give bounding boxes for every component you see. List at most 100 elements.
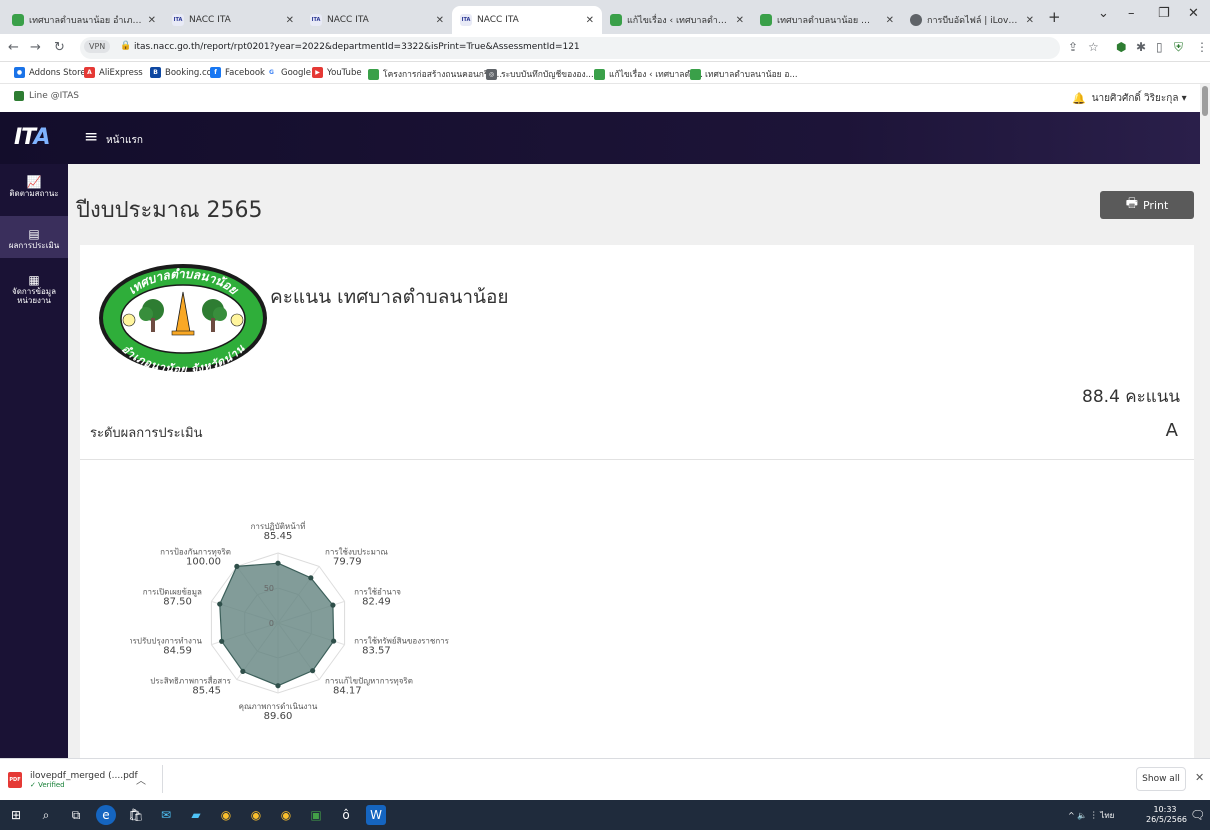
bookmark-label: โครงการก่อสร้างถนนคอนกรีต... — [383, 70, 503, 80]
sidebar-item-tracking[interactable]: 📈 ติดตามสถานะ — [0, 172, 68, 212]
close-tab-icon[interactable]: ✕ — [886, 15, 894, 26]
bookmark-item-8[interactable]: แก้ไขเรื่อง ‹ เทศบาลตำ... — [594, 67, 703, 81]
close-tab-icon[interactable]: ✕ — [1026, 15, 1034, 26]
bookmark-item-5[interactable]: ▶ YouTube — [312, 67, 362, 78]
bookmark-item-6[interactable]: โครงการก่อสร้างถนนคอนกรีต... — [368, 67, 502, 81]
radar-point-4 — [310, 668, 316, 674]
chevron-up-icon[interactable]: ︿ — [136, 772, 146, 787]
radar-tick-label: 0 — [269, 619, 274, 628]
page-scrollbar[interactable] — [1200, 84, 1210, 758]
file-explorer-icon[interactable]: ▰ — [186, 805, 206, 825]
bookmark-item-1[interactable]: A AliExpress — [84, 67, 143, 78]
nacc-icon: ITA — [172, 14, 184, 26]
bookmark-star-icon[interactable]: ☆ — [1088, 40, 1099, 54]
bookmark-item-9[interactable]: เทศบาลตำบลนาน้อย อ... — [690, 67, 798, 81]
reload-icon[interactable]: ↻ — [54, 40, 65, 55]
chrome-profile-icon[interactable]: ◉ — [246, 805, 266, 825]
clock-time: 10:33 — [1153, 805, 1177, 814]
sidebar-item-results[interactable]: ▤ ผลการประเมิน — [0, 216, 68, 258]
tab-search-icon[interactable]: ⌄ — [1098, 6, 1109, 21]
restore-icon[interactable]: ❐ — [1158, 6, 1170, 21]
sidebar-item-label: ผลการประเมิน — [8, 241, 60, 250]
tab-4[interactable]: แก้ไขเรื่อง ‹ เทศบาลตำบลนาน้อย อำ ✕ — [602, 6, 752, 34]
task-view-icon[interactable]: ⧉ — [66, 805, 86, 825]
chrome-alt-icon[interactable]: ◉ — [276, 805, 296, 825]
tab-3[interactable]: ITA NACC ITA ✕ — [452, 6, 602, 34]
home-link[interactable]: หน้าแรก — [106, 133, 143, 148]
youtube-icon: ▶ — [312, 67, 323, 78]
tab-0[interactable]: เทศบาลตำบลนาน้อย อำเภอนาน้อย จ ✕ — [4, 6, 164, 34]
chart-icon: 📈 — [26, 175, 42, 189]
mail-icon[interactable]: ✉ — [156, 805, 176, 825]
tab-title: เทศบาลตำบลนาน้อย อำเภอนาน้อย จ — [29, 16, 142, 26]
forward-icon[interactable]: → — [30, 40, 41, 55]
green-seal-icon — [690, 68, 701, 80]
app-icon[interactable]: ô — [336, 805, 356, 825]
tab-2[interactable]: ITA NACC ITA ✕ — [302, 6, 452, 34]
tab-5[interactable]: เทศบาลตำบลนาน้อย อำเภอนาน้อย จ ✕ — [752, 6, 902, 34]
close-window-icon[interactable]: ✕ — [1188, 6, 1199, 21]
sidepanel-icon[interactable]: ▯ — [1156, 40, 1163, 54]
vpn-badge[interactable]: VPN — [84, 40, 111, 53]
user-name[interactable]: นายศิวศักดิ์ วิริยะกุล ▾ — [1092, 91, 1187, 106]
minimize-icon[interactable]: – — [1128, 6, 1135, 21]
lock-icon[interactable]: 🔒 — [120, 41, 131, 51]
radar-point-5 — [275, 683, 281, 689]
url-text[interactable]: itas.nacc.go.th/report/rpt0201?year=2022… — [134, 42, 580, 52]
radar-category-label-1: การใช้งบประมาณ — [325, 547, 388, 556]
windows-start-icon[interactable]: ⊞ — [6, 805, 26, 825]
clock[interactable]: 10:33 26/5/2566 — [1146, 805, 1187, 825]
bookmark-item-3[interactable]: f Facebook — [210, 67, 265, 78]
word-icon[interactable]: W — [366, 805, 386, 825]
sidebar-item-manage-org[interactable]: ▦ จัดการข้อมูลหน่วยงาน — [0, 272, 68, 322]
system-tray[interactable]: ^ 🔈 ︙ ไทย — [1068, 809, 1114, 822]
bookmark-label: Facebook — [225, 67, 265, 78]
share-icon[interactable]: ⇪ — [1068, 40, 1078, 54]
bookmarks-bar: ● Addons Store A AliExpress B Booking.com f Fac… — [0, 62, 1210, 84]
chrome-icon[interactable]: ◉ — [216, 805, 236, 825]
ita-logo[interactable]: ITA — [14, 125, 51, 150]
store-icon[interactable]: 🛍 — [126, 805, 146, 825]
bookmark-label: Addons Store — [29, 67, 86, 78]
back-icon[interactable]: ← — [8, 40, 19, 55]
radar-category-label-3: การใช้ทรัพย์สินของราชการ — [354, 636, 450, 646]
close-tab-icon[interactable]: ✕ — [736, 15, 744, 26]
extensions-puzzle-icon[interactable]: ✱ — [1136, 40, 1146, 54]
tab-6[interactable]: การบีบอัดไฟล์ | iLovePDF ✕ — [902, 6, 1042, 34]
print-button[interactable]: 🖶 Print — [1100, 191, 1194, 219]
profile-shield-icon[interactable]: ⛨ — [1174, 40, 1183, 55]
download-bar: PDF ilovepdf_merged (....pdf ✓ Verified … — [0, 758, 1210, 800]
show-all-button[interactable]: Show all — [1136, 767, 1186, 791]
sidebar: 📈 ติดตามสถานะ ▤ ผลการประเมิน ▦ จัดการข้อ… — [0, 164, 68, 758]
tab-1[interactable]: ITA NACC ITA ✕ — [164, 6, 302, 34]
close-tab-icon[interactable]: ✕ — [586, 15, 594, 26]
close-tab-icon[interactable]: ✕ — [286, 15, 294, 26]
scrollbar-thumb[interactable] — [1202, 86, 1208, 116]
bookmark-item-7[interactable]: ◎ ระบบบันทึกบัญชีขององ... — [486, 67, 594, 81]
logo-part2: A — [33, 125, 50, 150]
radar-category-label-7: การปรับปรุงการทำงาน — [130, 637, 202, 646]
print-label: Print — [1142, 198, 1169, 212]
kebab-menu-icon[interactable]: ⋮ — [1196, 40, 1208, 54]
level-value: A — [1165, 420, 1178, 441]
line-itas-link[interactable]: Line @ITAS — [14, 91, 79, 101]
total-score: 88.4 คะแนน — [1082, 387, 1180, 407]
tab-title: NACC ITA — [477, 15, 519, 25]
edge-icon[interactable]: e — [96, 805, 116, 825]
globe-icon — [910, 14, 922, 26]
extension-shield-icon[interactable]: ⬢ — [1116, 40, 1126, 54]
new-tab-button[interactable]: + — [1048, 8, 1061, 26]
hamburger-menu-icon[interactable]: ≡ — [84, 127, 98, 147]
close-tab-icon[interactable]: ✕ — [148, 15, 156, 26]
address-bar[interactable]: VPN 🔒 itas.nacc.go.th/report/rpt0201?yea… — [80, 37, 1060, 59]
bell-icon[interactable]: 🔔 — [1072, 92, 1086, 105]
bookmark-item-4[interactable]: G Google — [266, 67, 311, 78]
notification-icon[interactable]: 🗨 — [1190, 808, 1205, 822]
close-tab-icon[interactable]: ✕ — [436, 15, 444, 26]
radar-value-label-0: 85.45 — [264, 531, 293, 542]
user-menu[interactable]: 🔔 นายศิวศักดิ์ วิริยะกุล ▾ — [1072, 91, 1187, 106]
close-icon[interactable]: ✕ — [1195, 771, 1204, 784]
bookmark-item-0[interactable]: ● Addons Store — [14, 67, 86, 78]
search-icon[interactable]: ⌕ — [36, 805, 56, 825]
line-app-icon[interactable]: ▣ — [306, 805, 326, 825]
